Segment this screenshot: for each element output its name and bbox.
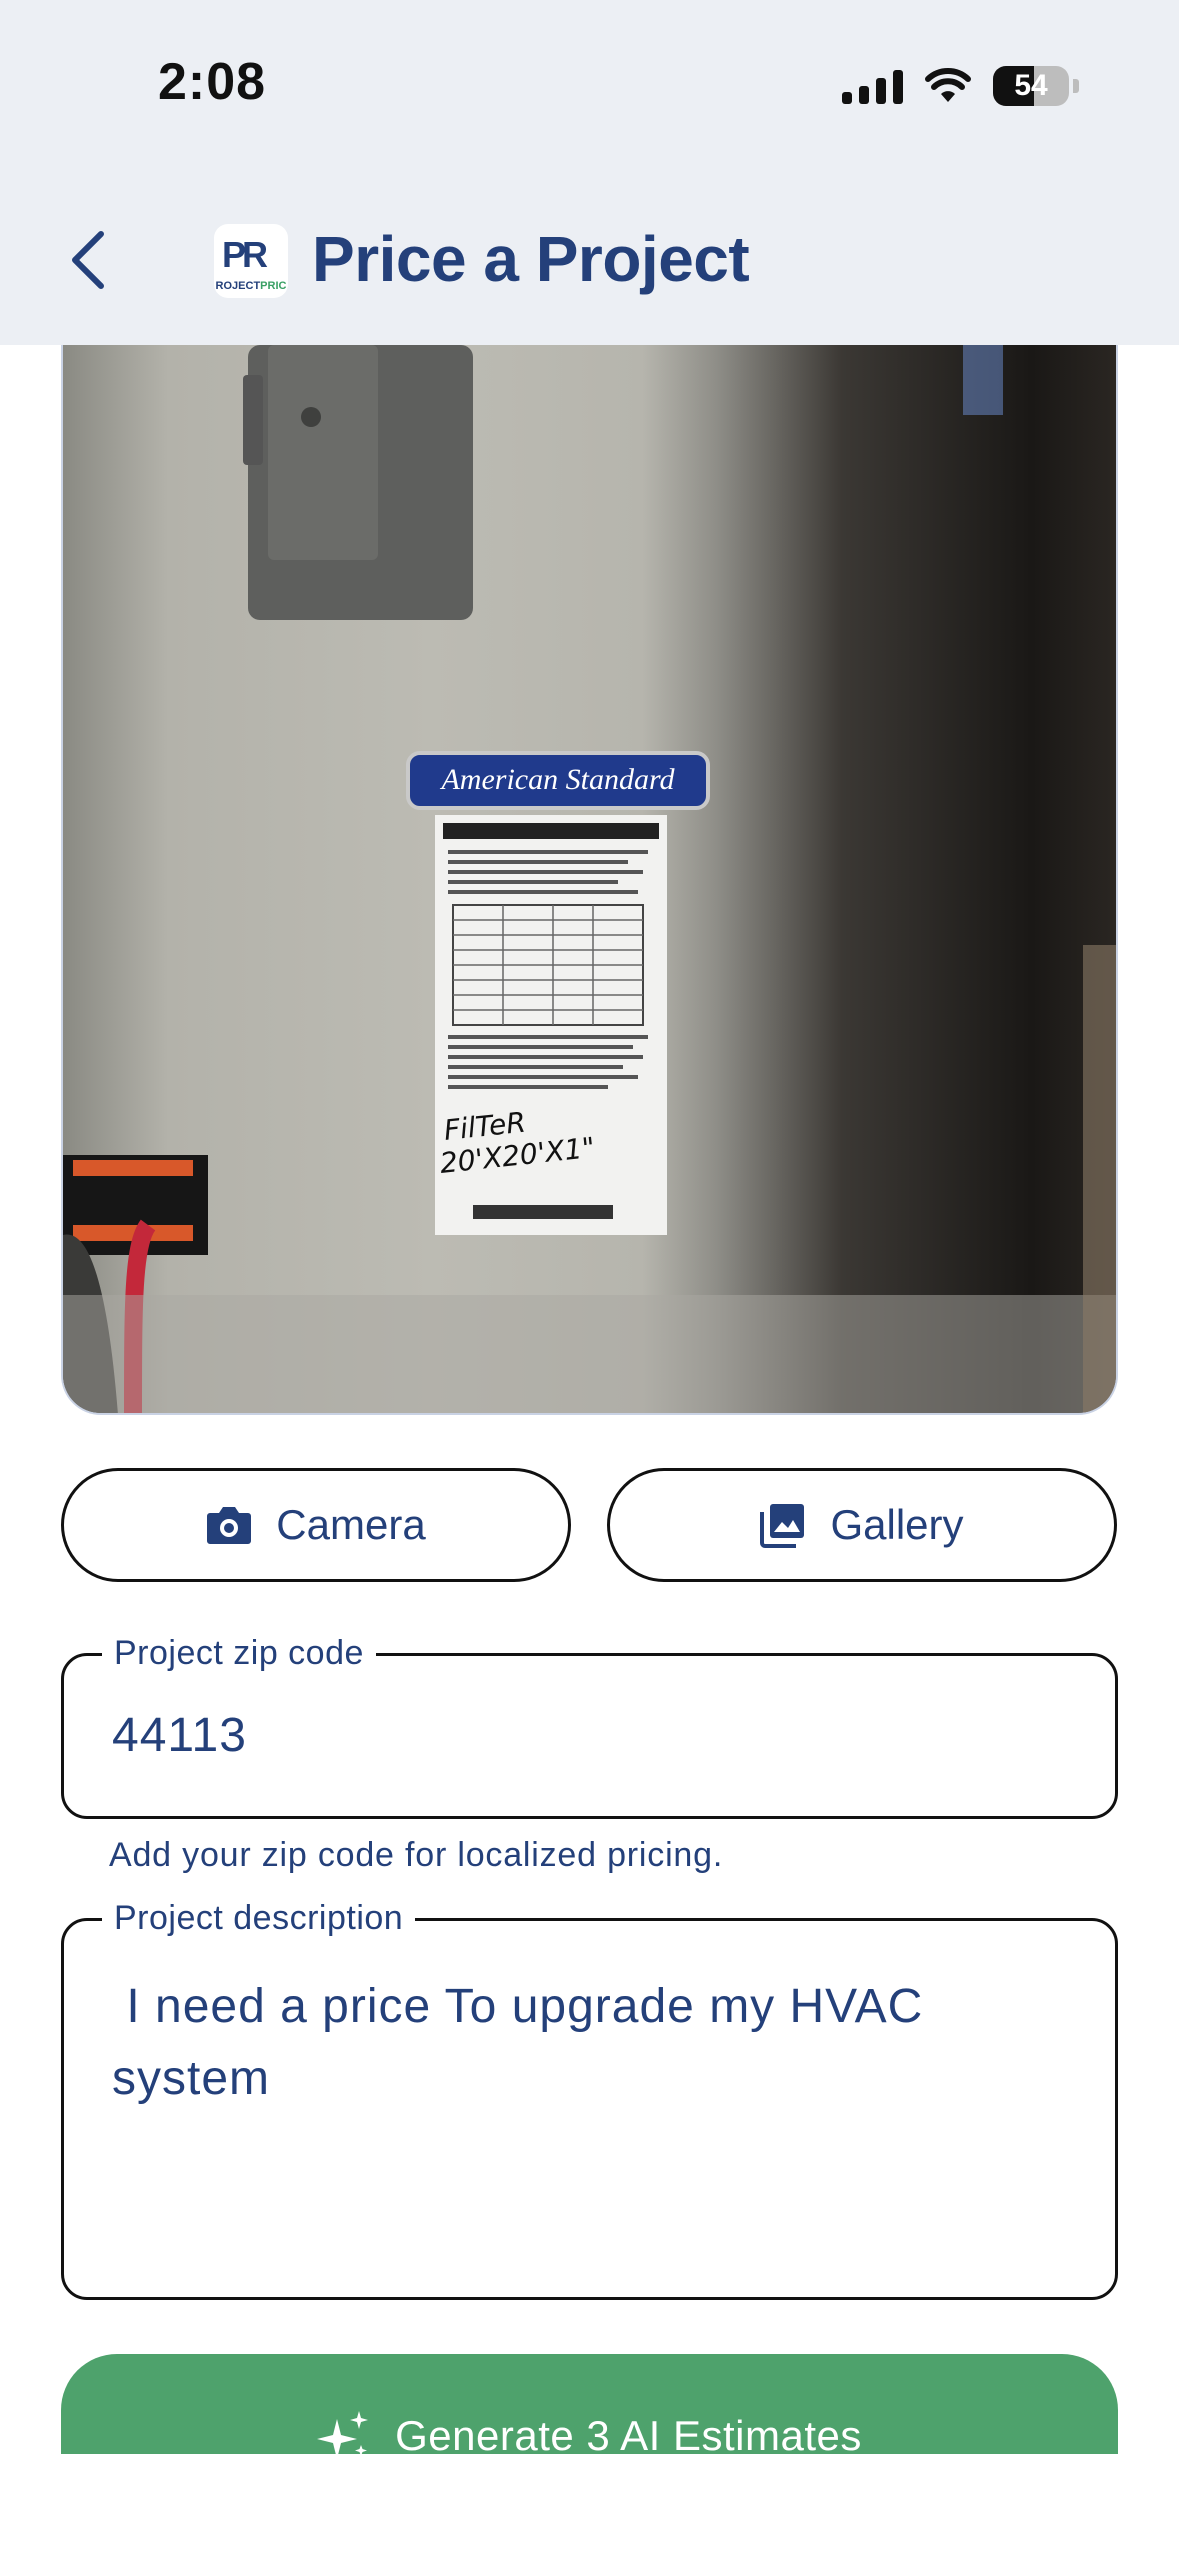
brand-badge-text: American Standard — [439, 763, 675, 796]
cellular-signal-icon — [842, 68, 903, 104]
camera-icon — [207, 1507, 252, 1544]
app-header: PR ROJECTPRIC Price a Project — [0, 160, 1179, 345]
logo-mark: PR — [222, 234, 268, 275]
zip-code-helper: Add your zip code for localized pricing. — [109, 1836, 724, 1874]
status-time: 2:08 — [158, 53, 267, 111]
gallery-button-label: Gallery — [830, 1501, 964, 1548]
chevron-left-icon — [72, 231, 104, 289]
project-photo: American Standard FilTeR 20'X20'X1" — [61, 345, 1118, 1415]
status-bar: 2:08 54 — [0, 0, 1179, 160]
wifi-icon — [925, 68, 971, 102]
project-description-label: Project description — [102, 1899, 416, 1938]
logo-text: ROJECTPRIC — [215, 280, 287, 292]
photo-scene: American Standard FilTeR 20'X20'X1" — [63, 345, 1116, 1413]
camera-button-label: Camera — [276, 1501, 426, 1548]
camera-button[interactable]: Camera — [61, 1468, 571, 1582]
gallery-icon — [760, 1504, 805, 1548]
battery-tip — [1073, 79, 1079, 93]
project-description-field[interactable]: Project description I need a price To up… — [61, 1899, 1118, 2300]
gallery-button[interactable]: Gallery — [607, 1468, 1117, 1582]
page-title: Price a Project — [312, 223, 750, 295]
back-button[interactable] — [52, 220, 122, 300]
generate-estimates-label: Generate 3 AI Estimates — [395, 2412, 862, 2459]
bottom-safe-area — [0, 2454, 1179, 2556]
status-icons: 54 — [842, 60, 1079, 112]
zip-code-field[interactable]: Project zip code 44113 — [61, 1634, 1118, 1819]
battery-icon: 54 — [993, 66, 1069, 106]
project-description-value: I need a price To upgrade my HVAC system — [112, 1980, 938, 2105]
zip-code-label: Project zip code — [102, 1634, 376, 1673]
zip-code-value: 44113 — [112, 1709, 247, 1762]
app-logo: PR ROJECTPRIC — [214, 224, 288, 298]
battery-level: 54 — [1014, 69, 1048, 102]
